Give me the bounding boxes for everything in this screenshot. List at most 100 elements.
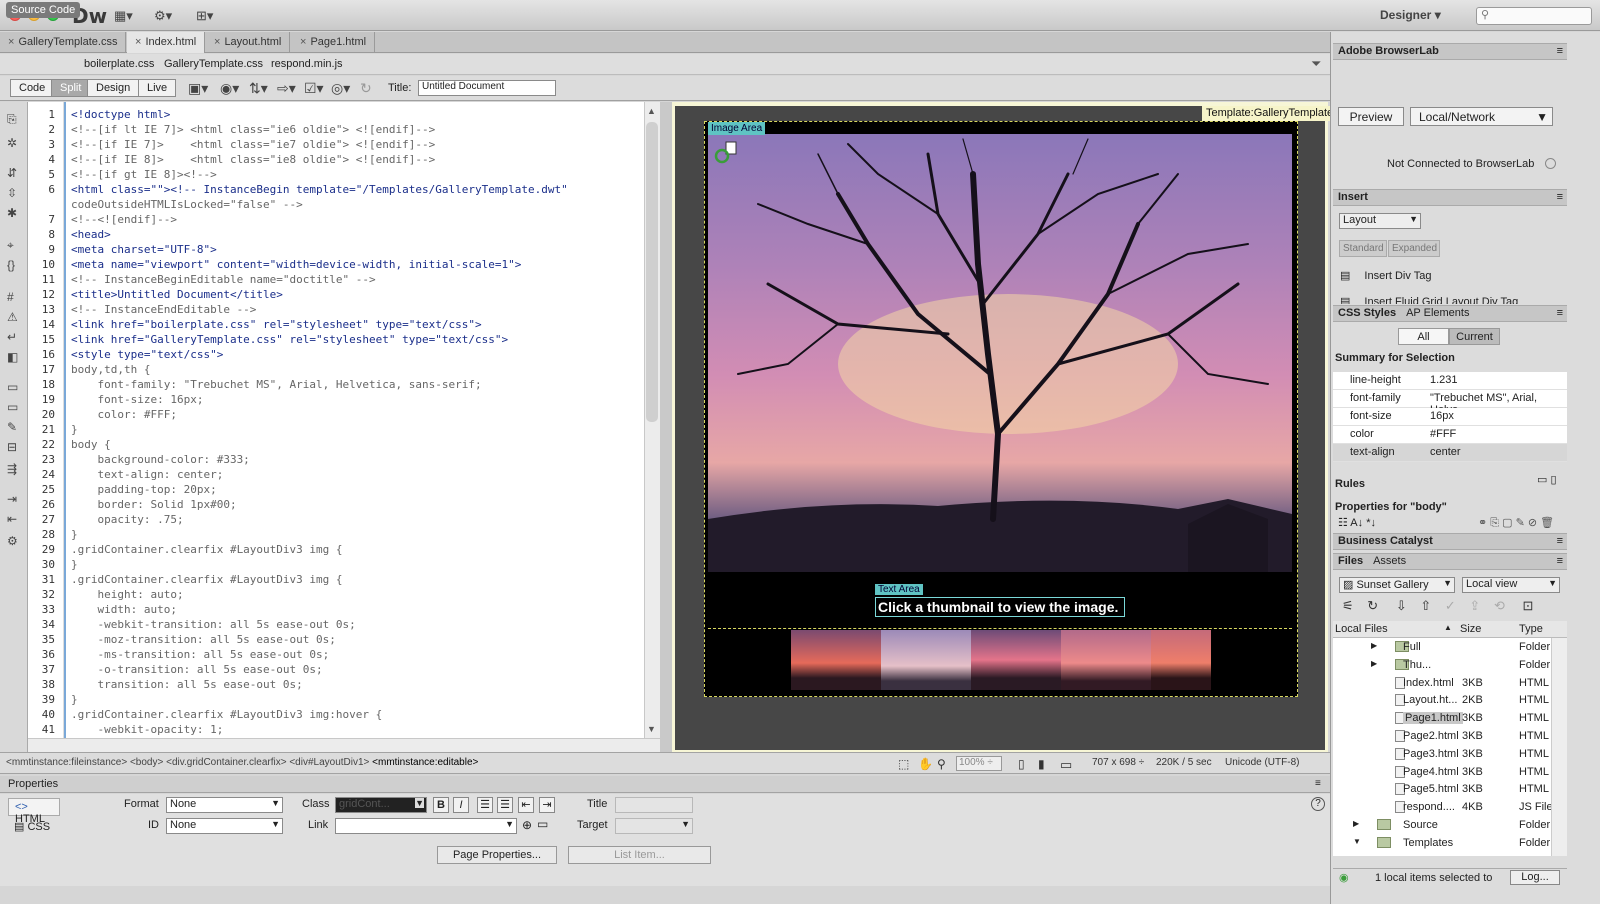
col-type[interactable]: Type	[1519, 623, 1543, 635]
thumbnail[interactable]	[881, 630, 971, 690]
sort-icon[interactable]: ▲	[1444, 623, 1452, 632]
outdent-icon[interactable]: ⇤	[518, 797, 534, 813]
collapse-selection-icon[interactable]: ⇳	[7, 186, 17, 200]
disclosure-icon[interactable]: ▶	[1353, 819, 1359, 828]
rollover-icon[interactable]	[712, 140, 738, 166]
code-line[interactable]: <!--[if IE 8]> <html class="ie8 oldie"> …	[71, 153, 435, 166]
browse-folder-icon[interactable]: ▭	[537, 817, 548, 831]
code-line[interactable]: <link href="GalleryTemplate.css" rel="st…	[71, 333, 508, 346]
tab-index-html[interactable]: × Index.html	[127, 32, 206, 53]
scrollbar-thumb[interactable]	[646, 122, 658, 422]
page-properties-button[interactable]: Page Properties...	[437, 846, 557, 864]
file-row[interactable]: ▼ Templates Folder	[1333, 833, 1551, 852]
file-management-icon[interactable]: ⇅▾	[249, 80, 268, 97]
open-documents-icon[interactable]: ⎘	[7, 112, 17, 127]
browserlab-panel-header[interactable]: Adobe BrowserLab ≡	[1333, 43, 1567, 60]
code-line[interactable]: .gridContainer.clearfix #LayoutDiv3 img …	[71, 543, 343, 556]
tab-assets[interactable]: Assets	[1373, 555, 1406, 567]
html-mode-button[interactable]: <> HTML	[8, 798, 60, 825]
related-file[interactable]: GalleryTemplate.css	[164, 58, 263, 70]
insert-category-select[interactable]: Layout ▼	[1339, 213, 1421, 229]
file-row[interactable]: Index.html 3KB HTML Fi	[1333, 673, 1561, 692]
point-to-file-icon[interactable]: ⊕	[522, 818, 532, 832]
thumbnail[interactable]	[971, 630, 1061, 690]
target-select[interactable]: ▼	[615, 818, 693, 834]
put-files-icon[interactable]: ⇧	[1420, 598, 1431, 613]
split-divider[interactable]	[660, 102, 672, 752]
indent-icon[interactable]: ⇥	[539, 797, 555, 813]
get-files-icon[interactable]: ⇩	[1396, 598, 1407, 613]
panel-menu-icon[interactable]: ≡	[1315, 778, 1321, 789]
validate-icon[interactable]: ☑▾	[304, 80, 324, 97]
format-source-icon[interactable]: ⚙	[7, 534, 18, 548]
local-network-select[interactable]: Local/Network ▼	[1410, 107, 1553, 126]
desktop-size-icon[interactable]: ▭	[1060, 757, 1072, 773]
pointer-tool-icon[interactable]: ⬚	[898, 757, 909, 771]
document-title-input[interactable]: Untitled Document	[418, 80, 556, 96]
code-line[interactable]: -webkit-opacity: 1;	[71, 723, 223, 736]
close-icon[interactable]: ×	[8, 36, 14, 48]
code-line[interactable]: <!--[if gt IE 8]><!-->	[71, 168, 217, 181]
code-line[interactable]: padding-top: 20px;	[71, 483, 216, 496]
file-row[interactable]: Page5.html 3KB HTML Fi	[1333, 780, 1561, 799]
code-line[interactable]: <style type="text/css">	[71, 348, 223, 361]
category-view-icon[interactable]: ☷ A↓ *↓	[1338, 516, 1376, 529]
syntax-coloring-icon[interactable]: ◧	[7, 350, 18, 364]
code-line[interactable]: <!--<![endif]-->	[71, 213, 177, 226]
workspace-switcher[interactable]: Designer ▾	[1380, 8, 1441, 22]
code-horizontal-scrollbar[interactable]	[28, 738, 660, 752]
code-line[interactable]: opacity: .75;	[71, 513, 183, 526]
wrap-tag-icon[interactable]: ✎	[7, 420, 17, 434]
scroll-down-icon[interactable]: ▼	[647, 724, 656, 734]
format-select[interactable]: None ▼	[166, 797, 283, 813]
css-panel-actions[interactable]: ⚭ ⎘ ▢ ✎ ⊘ 🗑	[1478, 516, 1554, 530]
code-line[interactable]: -moz-transition: all 5s ease-out 0s;	[71, 633, 335, 646]
expand-icon[interactable]: ⊡	[1522, 598, 1533, 613]
standard-button[interactable]: Standard	[1339, 240, 1387, 257]
live-view-button[interactable]: Live	[138, 79, 177, 97]
code-line[interactable]: -webkit-transition: all 5s ease-out 0s;	[71, 618, 355, 631]
refresh-icon[interactable]: ↻	[1367, 598, 1378, 613]
list-item-button[interactable]: List Item...	[568, 846, 711, 864]
check-in-icon[interactable]: ⇪	[1469, 598, 1480, 613]
tab-gallerytemplate-css[interactable]: × GalleryTemplate.css	[0, 32, 127, 53]
code-line[interactable]: font-size: 16px;	[71, 393, 203, 406]
css-property-row[interactable]: color #FFF	[1333, 426, 1567, 444]
insert-div-tag[interactable]: ▤ Insert Div Tag	[1340, 269, 1431, 282]
window-size[interactable]: 707 x 698 ÷	[1092, 757, 1144, 768]
design-view-button[interactable]: Design	[87, 79, 140, 97]
close-icon[interactable]: ×	[135, 36, 141, 48]
sync-icon[interactable]: ⟲	[1494, 598, 1505, 613]
balance-braces-icon[interactable]: {}	[7, 258, 15, 272]
code-line[interactable]: transition: all 5s ease-out 0s;	[71, 678, 302, 691]
code-line[interactable]: codeOutsideHTMLIsLocked="false" -->	[71, 198, 303, 211]
code-line[interactable]: <html class=""><!-- InstanceBegin templa…	[71, 183, 568, 196]
code-line[interactable]: <head>	[71, 228, 111, 241]
close-icon[interactable]: ×	[300, 36, 306, 48]
view-select[interactable]: Local view ▼	[1462, 577, 1560, 593]
insert-fluid-div[interactable]: ▤ Insert Fluid Grid Layout Div Tag	[1340, 295, 1518, 304]
code-line[interactable]: }	[71, 558, 78, 571]
line-numbers-icon[interactable]: #	[7, 290, 14, 304]
code-line[interactable]: }	[71, 528, 78, 541]
file-row[interactable]: ▶ Thu... Folder	[1333, 655, 1551, 674]
code-line[interactable]: color: #FFF;	[71, 408, 176, 421]
code-editor[interactable]: <!doctype html> <!--[if lt IE 7]> <html c…	[64, 102, 644, 738]
code-line[interactable]: height: auto;	[71, 588, 183, 601]
id-select[interactable]: None ▼	[166, 818, 283, 834]
related-file[interactable]: boilerplate.css	[84, 58, 154, 70]
source-code-button[interactable]: Source Code	[6, 2, 81, 18]
bold-button[interactable]: B	[433, 797, 449, 813]
unordered-list-icon[interactable]: ☰	[477, 797, 493, 813]
help-icon[interactable]: ?	[1311, 797, 1325, 811]
site-icon[interactable]: ⊞▾	[196, 8, 213, 24]
file-row[interactable]: Page2.html 3KB HTML Fi	[1333, 727, 1561, 745]
show-code-navigator-icon[interactable]: ✲	[7, 136, 17, 150]
tab-page1-html[interactable]: × Page1.html	[292, 32, 376, 53]
tab-layout-html[interactable]: × Layout.html	[206, 32, 291, 53]
thumbnail[interactable]	[1061, 630, 1151, 690]
disclosure-icon[interactable]: ▼	[1353, 837, 1361, 846]
css-property-row[interactable]: text-align center	[1333, 444, 1567, 462]
apply-comment-icon[interactable]: ▭	[7, 380, 18, 394]
tag-item[interactable]: <mmtinstance:fileinstance>	[6, 757, 127, 768]
